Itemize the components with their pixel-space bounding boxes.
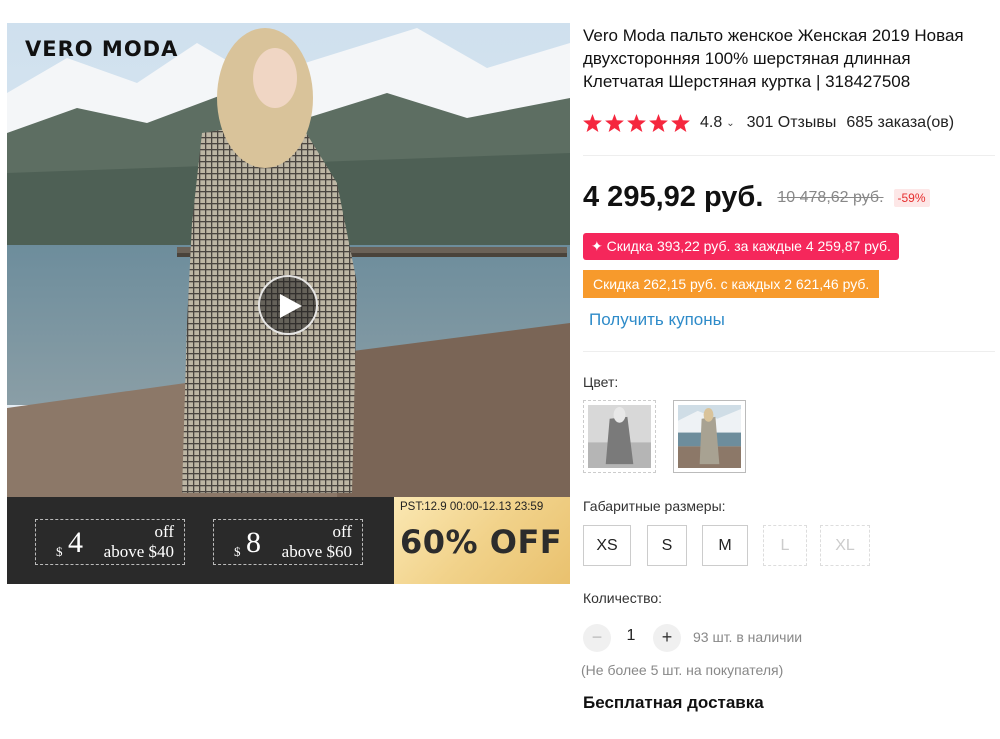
old-price: 10 478,62 руб.: [777, 188, 884, 206]
reviews-link[interactable]: 301 Отзывы: [747, 114, 837, 132]
coupon-off-label: off: [154, 522, 174, 541]
quantity-label: Количество:: [583, 590, 663, 606]
brand-logo: VERO MODA: [25, 37, 179, 61]
coupon-amount: 8: [246, 526, 261, 559]
size-label: Габаритные размеры:: [583, 498, 726, 514]
price-row: 4 295,92 руб. 10 478,62 руб. -59%: [583, 181, 930, 214]
purchase-limit: (Не более 5 шт. на покупателя): [581, 662, 784, 678]
sale-dates: PST:12.9 00:00-12.13 23:59: [400, 501, 544, 513]
play-icon: [280, 294, 302, 318]
size-option-xl: XL: [820, 525, 870, 566]
quantity-increase-button[interactable]: +: [653, 624, 681, 652]
sale-card: PST:12.9 00:00-12.13 23:59 60% OFF: [394, 497, 570, 584]
chevron-down-icon[interactable]: ⌄: [726, 118, 734, 129]
star-icon: [605, 114, 624, 132]
rating-row: 4.8 ⌄ 301 Отзывы 685 заказа(ов): [583, 114, 954, 132]
color-option-black-white[interactable]: [583, 400, 656, 473]
orders-count: 685 заказа(ов): [846, 114, 955, 131]
promo-banner: $ 4 off above $40 $ 8 off above $60 PST:…: [7, 497, 570, 584]
divider: [583, 155, 995, 156]
star-icon: [671, 114, 690, 132]
stock-count: 93 шт. в наличии: [693, 629, 803, 645]
size-option-l: L: [763, 525, 807, 566]
get-coupons-link[interactable]: Получить купоны: [589, 310, 725, 330]
coupon-threshold: above $40: [103, 542, 174, 561]
sale-title: 60% OFF: [400, 523, 563, 561]
color-thumbnail: [588, 405, 651, 468]
rating-stars[interactable]: [583, 114, 690, 132]
coupon-amount: 4: [68, 526, 83, 559]
free-shipping-label: Бесплатная доставка: [583, 693, 764, 712]
color-thumbnail: [678, 405, 741, 468]
store-discount-badge[interactable]: ✦ Скидка 393,22 руб. за каждые 4 259,87 …: [583, 233, 899, 260]
size-option-s[interactable]: S: [647, 525, 687, 566]
discount-badge: -59%: [893, 188, 930, 207]
coupon-off-label: off: [332, 522, 352, 541]
size-option-xs[interactable]: XS: [583, 525, 631, 566]
select-discount-badge[interactable]: Скидка 262,15 руб. с каждых 2 621,46 руб…: [583, 270, 880, 298]
quantity-decrease-button[interactable]: −: [583, 624, 611, 652]
size-option-m[interactable]: M: [702, 525, 748, 566]
coupon-threshold: above $60: [281, 542, 352, 561]
color-option-gray-check[interactable]: [673, 400, 746, 473]
current-price: 4 295,92 руб.: [583, 181, 764, 213]
product-info: Vero Moda пальто женское Женская 2019 Но…: [581, 24, 995, 712]
coupon-currency: $: [56, 544, 63, 559]
product-title: Vero Moda пальто женское Женская 2019 Но…: [583, 26, 964, 91]
rating-value[interactable]: 4.8: [700, 114, 722, 132]
video-play-button[interactable]: [258, 275, 318, 335]
coupon-currency: $: [234, 544, 241, 559]
quantity-value[interactable]: 1: [621, 627, 641, 645]
store-coupon: $ 4 off above $40: [35, 519, 185, 565]
star-icon: [649, 114, 668, 132]
store-coupon: $ 8 off above $60: [213, 519, 363, 565]
star-icon: [583, 114, 602, 132]
color-label: Цвет:: [583, 374, 619, 390]
star-icon: [627, 114, 646, 132]
product-image-gallery[interactable]: VERO MODA $ 4 off above $40 $ 8 off abov…: [7, 23, 570, 584]
divider: [583, 351, 995, 352]
